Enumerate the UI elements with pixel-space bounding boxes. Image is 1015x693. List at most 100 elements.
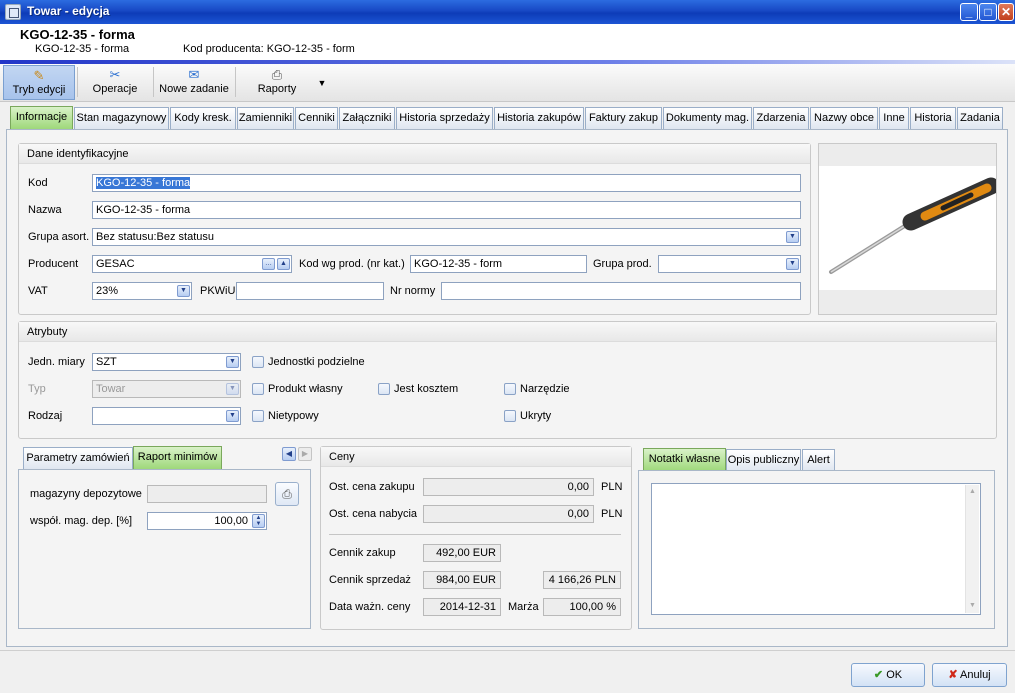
- ukryty-label: Ukryty: [520, 410, 552, 422]
- scroll-up-icon[interactable]: ▲: [966, 485, 979, 499]
- chevron-up-icon[interactable]: ▲: [277, 258, 290, 270]
- vat-value: 23%: [96, 285, 119, 297]
- tab-parametry-zamowien[interactable]: Parametry zamówień: [23, 447, 133, 469]
- last-acq-label: Ost. cena nabycia: [329, 508, 418, 520]
- chevron-down-icon[interactable]: ▼: [226, 410, 239, 422]
- check-icon: ✔: [873, 669, 884, 681]
- narzedzie-checkbox[interactable]: [504, 383, 516, 395]
- prices-divider: [329, 534, 621, 535]
- chevron-right-icon[interactable]: ▶: [298, 447, 312, 461]
- nr-normy-field[interactable]: [441, 282, 801, 300]
- tab-opis-publiczny[interactable]: Opis publiczny: [726, 449, 801, 471]
- tab-nazwy-obce[interactable]: Nazwy obce: [810, 107, 878, 129]
- tools-icon: ✂: [109, 67, 121, 82]
- tab-alert[interactable]: Alert: [802, 449, 835, 471]
- ellipsis-icon[interactable]: …: [262, 258, 275, 270]
- maximize-button[interactable]: □: [979, 3, 997, 21]
- jednostki-podzielne-checkbox[interactable]: [252, 356, 264, 368]
- chevron-left-icon[interactable]: ◀: [282, 447, 296, 461]
- edit-mode-label: Tryb edycji: [12, 84, 66, 96]
- factor-value: 100,00: [214, 515, 248, 527]
- margin-label: Marża: [508, 601, 539, 613]
- jest-kosztem-checkbox[interactable]: [378, 383, 390, 395]
- tab-inne[interactable]: Inne: [879, 107, 909, 129]
- cancel-button[interactable]: ✘ Anuluj: [932, 663, 1007, 687]
- nietypowy-checkbox[interactable]: [252, 410, 264, 422]
- factor-label: współ. mag. dep. [%]: [30, 515, 133, 527]
- chevron-down-icon[interactable]: ▼: [177, 285, 190, 297]
- produkt-wlasny-checkbox[interactable]: [252, 383, 264, 395]
- tab-stan-magazynowy[interactable]: Stan magazynowy: [74, 107, 169, 129]
- pkwiu-field[interactable]: [236, 282, 384, 300]
- pkwiu-label: PKWiU: [200, 285, 236, 297]
- kod-label: Kod: [28, 177, 48, 189]
- record-code: KGO-12-35 - forma: [35, 43, 130, 55]
- tab-dokumenty-mag[interactable]: Dokumenty mag.: [663, 107, 752, 129]
- jedn-miary-select[interactable]: SZT ▼: [92, 353, 241, 371]
- jest-kosztem-label: Jest kosztem: [394, 383, 459, 395]
- product-image[interactable]: [818, 143, 997, 315]
- printer-icon[interactable]: ⎙: [275, 482, 299, 506]
- rodzaj-label: Rodzaj: [28, 410, 63, 422]
- minimize-button[interactable]: _: [960, 3, 978, 21]
- grupa-prod-select[interactable]: ▼: [658, 255, 801, 273]
- vat-select[interactable]: 23% ▼: [92, 282, 192, 300]
- chevron-down-icon[interactable]: ▼: [786, 258, 799, 270]
- cancel-label: Anuluj: [960, 669, 991, 681]
- notes-scrollbar[interactable]: ▲ ▼: [965, 485, 979, 613]
- kod-wg-prod-field[interactable]: KGO-12-35 - form: [410, 255, 587, 273]
- screwdriver-icon: [829, 177, 996, 274]
- ukryty-checkbox[interactable]: [504, 410, 516, 422]
- kod-field[interactable]: KGO-12-35 - forma: [92, 174, 801, 192]
- producent-label: Producent: [28, 258, 79, 270]
- spinner-icon[interactable]: ▲ ▼: [252, 514, 265, 528]
- nietypowy-label: Nietypowy: [268, 410, 319, 422]
- tab-zalaczniki[interactable]: Załączniki: [339, 107, 395, 129]
- tab-historia-zakupow[interactable]: Historia zakupów: [494, 107, 584, 129]
- prices-group-title: Ceny: [321, 447, 631, 467]
- new-task-label: Nowe zadanie: [159, 83, 229, 95]
- tab-historia-sprzedazy[interactable]: Historia sprzedaży: [396, 107, 493, 129]
- new-task-button[interactable]: ✉ Nowe zadanie: [156, 65, 232, 100]
- chevron-down-icon: ▼: [226, 383, 239, 395]
- tab-cenniki[interactable]: Cenniki: [295, 107, 338, 129]
- factor-field[interactable]: 100,00 ▲ ▼: [147, 512, 267, 530]
- rodzaj-select[interactable]: ▼: [92, 407, 241, 425]
- tab-raport-minimow[interactable]: Raport minimów: [133, 446, 222, 469]
- jedn-miary-label: Jedn. miary: [28, 356, 85, 368]
- reports-button[interactable]: ⎙ Raporty: [240, 65, 314, 100]
- operations-button[interactable]: ✂ Operacje: [80, 65, 150, 100]
- record-title: KGO-12-35 - forma: [20, 27, 135, 42]
- notes-textarea[interactable]: ▲ ▼: [651, 483, 981, 615]
- depot-label: magazyny depozytowe: [30, 488, 142, 500]
- tab-zadania[interactable]: Zadania: [957, 107, 1003, 129]
- chevron-down-icon[interactable]: ▼: [226, 356, 239, 368]
- typ-value: Towar: [96, 383, 126, 395]
- producent-field[interactable]: GESAC … ▲: [92, 255, 292, 273]
- title-bar: Towar - edycja _ □ ✕: [0, 0, 1015, 24]
- task-icon: ✉: [188, 67, 200, 82]
- ok-button[interactable]: ✔ OK: [851, 663, 925, 687]
- last-purchase-currency: PLN: [601, 481, 623, 493]
- tab-historia[interactable]: Historia: [910, 107, 956, 129]
- tab-informacje[interactable]: Informacje: [10, 106, 73, 129]
- scroll-down-icon[interactable]: ▼: [966, 599, 979, 613]
- tab-zamienniki[interactable]: Zamienniki: [237, 107, 294, 129]
- reports-label: Raporty: [257, 83, 297, 95]
- operations-label: Operacje: [92, 83, 138, 95]
- window-app-icon: [5, 4, 21, 20]
- grupa-asort-select[interactable]: Bez statusu:Bez statusu ▼: [92, 228, 801, 246]
- nazwa-field[interactable]: KGO-12-35 - forma: [92, 201, 801, 219]
- tab-faktury-zakup[interactable]: Faktury zakup: [585, 107, 662, 129]
- close-button[interactable]: ✕: [998, 3, 1014, 21]
- tab-zdarzenia[interactable]: Zdarzenia: [753, 107, 809, 129]
- nr-normy-label: Nr normy: [390, 285, 436, 297]
- edit-mode-button[interactable]: ✎ Tryb edycji: [3, 65, 75, 100]
- tab-notatki-wlasne[interactable]: Notatki własne: [643, 448, 726, 471]
- grupa-asort-label: Grupa asort.: [28, 231, 90, 243]
- tab-kody-kresk[interactable]: Kody kresk.: [170, 107, 236, 129]
- kod-value: KGO-12-35 - forma: [96, 177, 191, 189]
- last-acq-value: 0,00: [423, 505, 594, 523]
- chevron-down-icon[interactable]: ▼: [786, 231, 799, 243]
- reports-dropdown-arrow[interactable]: ▼: [316, 65, 328, 100]
